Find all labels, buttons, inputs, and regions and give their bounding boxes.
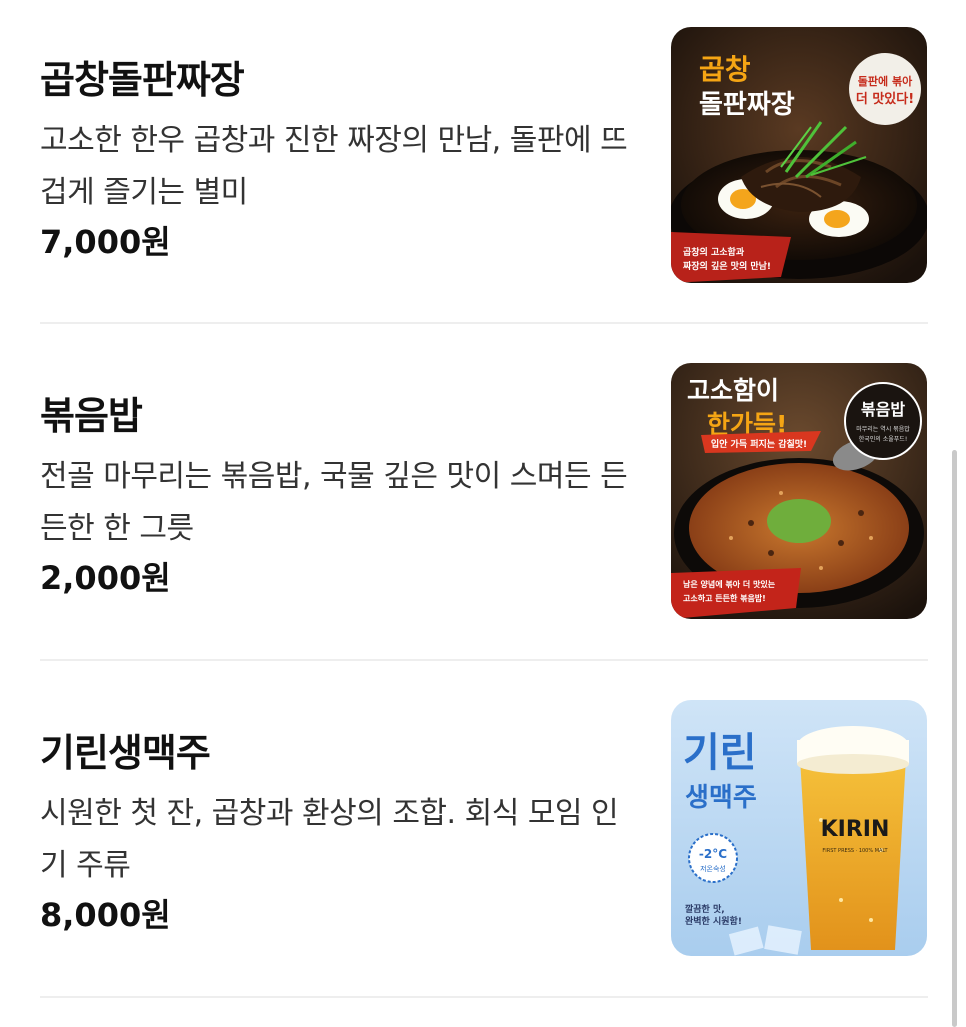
divider [40, 322, 928, 324]
svg-text:깔끔한 맛,: 깔끔한 맛, [685, 903, 725, 915]
svg-text:더 맛있다!: 더 맛있다! [856, 91, 914, 107]
item-thumbnail[interactable]: 곱창 돌판짜장 돌판에 볶아 더 맛있다! 곱창의 고소함과 짜장의 깊은 맛의… [671, 27, 927, 283]
item-thumbnail[interactable]: KIRIN FIRST PRESS · 100% MALT 기린 생맥주 -2°… [671, 700, 927, 956]
item-description: 전골 마무리는 볶음밥, 국물 깊은 맛이 스며든 든든한 한 그릇 [40, 459, 628, 546]
svg-text:고소하고 든든한 볶음밥!: 고소하고 든든한 볶음밥! [683, 593, 766, 603]
svg-text:돌판짜장: 돌판짜장 [699, 90, 795, 120]
svg-text:짜장의 깊은 맛의 만남!: 짜장의 깊은 맛의 만남! [683, 260, 771, 272]
svg-text:돌판에 볶아: 돌판에 볶아 [858, 74, 913, 88]
jjajang-food-image: 곱창 돌판짜장 돌판에 볶아 더 맛있다! 곱창의 고소함과 짜장의 깊은 맛의… [671, 27, 927, 283]
scrollbar[interactable] [952, 450, 957, 1027]
kirin-beer-image: KIRIN FIRST PRESS · 100% MALT 기린 생맥주 -2°… [671, 700, 927, 956]
menu-item[interactable]: 볶음밥 전골 마무리는 볶음밥, 국물 깊은 맛이 스며든 든든한 한 그릇 2… [40, 363, 928, 619]
svg-text:곱창의 고소함과: 곱창의 고소함과 [683, 246, 745, 258]
divider [40, 659, 928, 661]
svg-text:남은 양념에 볶아 더 맛있는: 남은 양념에 볶아 더 맛있는 [683, 579, 776, 589]
svg-text:저온숙성: 저온숙성 [700, 864, 726, 873]
svg-text:고소함이: 고소함이 [687, 376, 779, 405]
item-name: 곱창돌판짜장 [40, 58, 245, 102]
svg-text:곱창: 곱창 [699, 53, 751, 86]
item-thumbnail[interactable]: 고소함이 한가득! 입안 가득 퍼지는 감칠맛! 볶음밥 마무리는 역시 볶음밥… [671, 363, 927, 619]
fried-rice-food-image: 고소함이 한가득! 입안 가득 퍼지는 감칠맛! 볶음밥 마무리는 역시 볶음밥… [671, 363, 927, 619]
svg-text:FIRST PRESS · 100% MALT: FIRST PRESS · 100% MALT [822, 848, 888, 854]
svg-text:마무리는 역시 볶음밥: 마무리는 역시 볶음밥 [856, 425, 910, 433]
svg-text:생맥주: 생맥주 [685, 783, 757, 813]
item-price: 8,000원 [40, 896, 171, 934]
item-name: 기린생맥주 [40, 731, 211, 775]
svg-text:볶음밥: 볶음밥 [861, 400, 905, 419]
svg-text:한국인의 소울푸드!: 한국인의 소울푸드! [859, 435, 907, 443]
svg-text:완벽한 시원함!: 완벽한 시원함! [685, 915, 742, 927]
item-price: 7,000원 [40, 223, 171, 261]
menu-item[interactable]: 곱창돌판짜장 고소한 한우 곱창과 진한 짜장의 만남, 돌판에 뜨겁게 즐기는… [40, 27, 928, 283]
divider [40, 996, 928, 998]
menu-item[interactable]: 기린생맥주 시원한 첫 잔, 곱창과 환상의 조합. 회식 모임 인기 주류 8… [40, 700, 928, 956]
svg-text:입안 가득 퍼지는 감칠맛!: 입안 가득 퍼지는 감칠맛! [711, 438, 807, 450]
svg-text:KIRIN: KIRIN [821, 817, 890, 842]
item-name: 볶음밥 [40, 394, 143, 438]
svg-text:기린: 기린 [683, 730, 757, 776]
item-description: 고소한 한우 곱창과 진한 짜장의 만남, 돌판에 뜨겁게 즐기는 별미 [40, 123, 628, 210]
item-description: 시원한 첫 잔, 곱창과 환상의 조합. 회식 모임 인기 주류 [40, 796, 619, 883]
item-price: 2,000원 [40, 559, 171, 597]
svg-text:-2°C: -2°C [699, 847, 727, 861]
